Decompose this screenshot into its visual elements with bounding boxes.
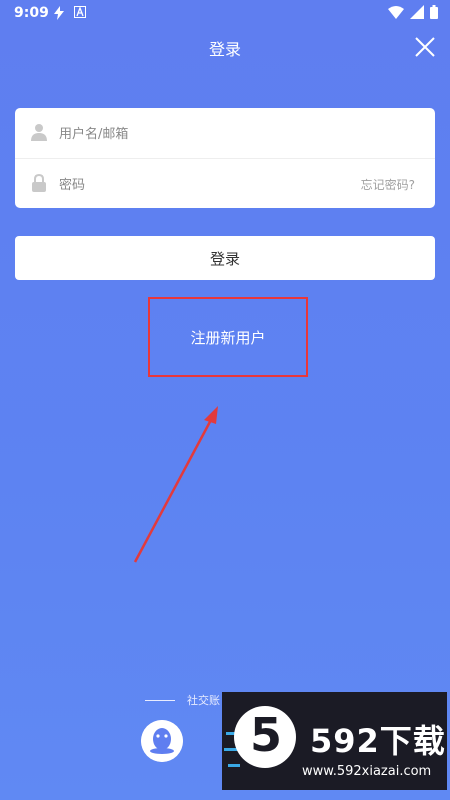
social-login-text: 社交账 <box>187 694 220 707</box>
watermark-stripe <box>228 764 240 767</box>
divider-line <box>145 699 175 701</box>
watermark-brand: 592下载 <box>310 722 446 760</box>
social-login-label: 社交账 <box>145 692 220 708</box>
watermark-logo-number: 5 <box>250 708 283 762</box>
site-watermark: 5 592下载 www.592xiazai.com <box>222 692 447 790</box>
annotation-arrow <box>133 406 218 563</box>
qq-login-icon[interactable] <box>141 720 183 762</box>
watermark-url: www.592xiazai.com <box>302 764 432 779</box>
